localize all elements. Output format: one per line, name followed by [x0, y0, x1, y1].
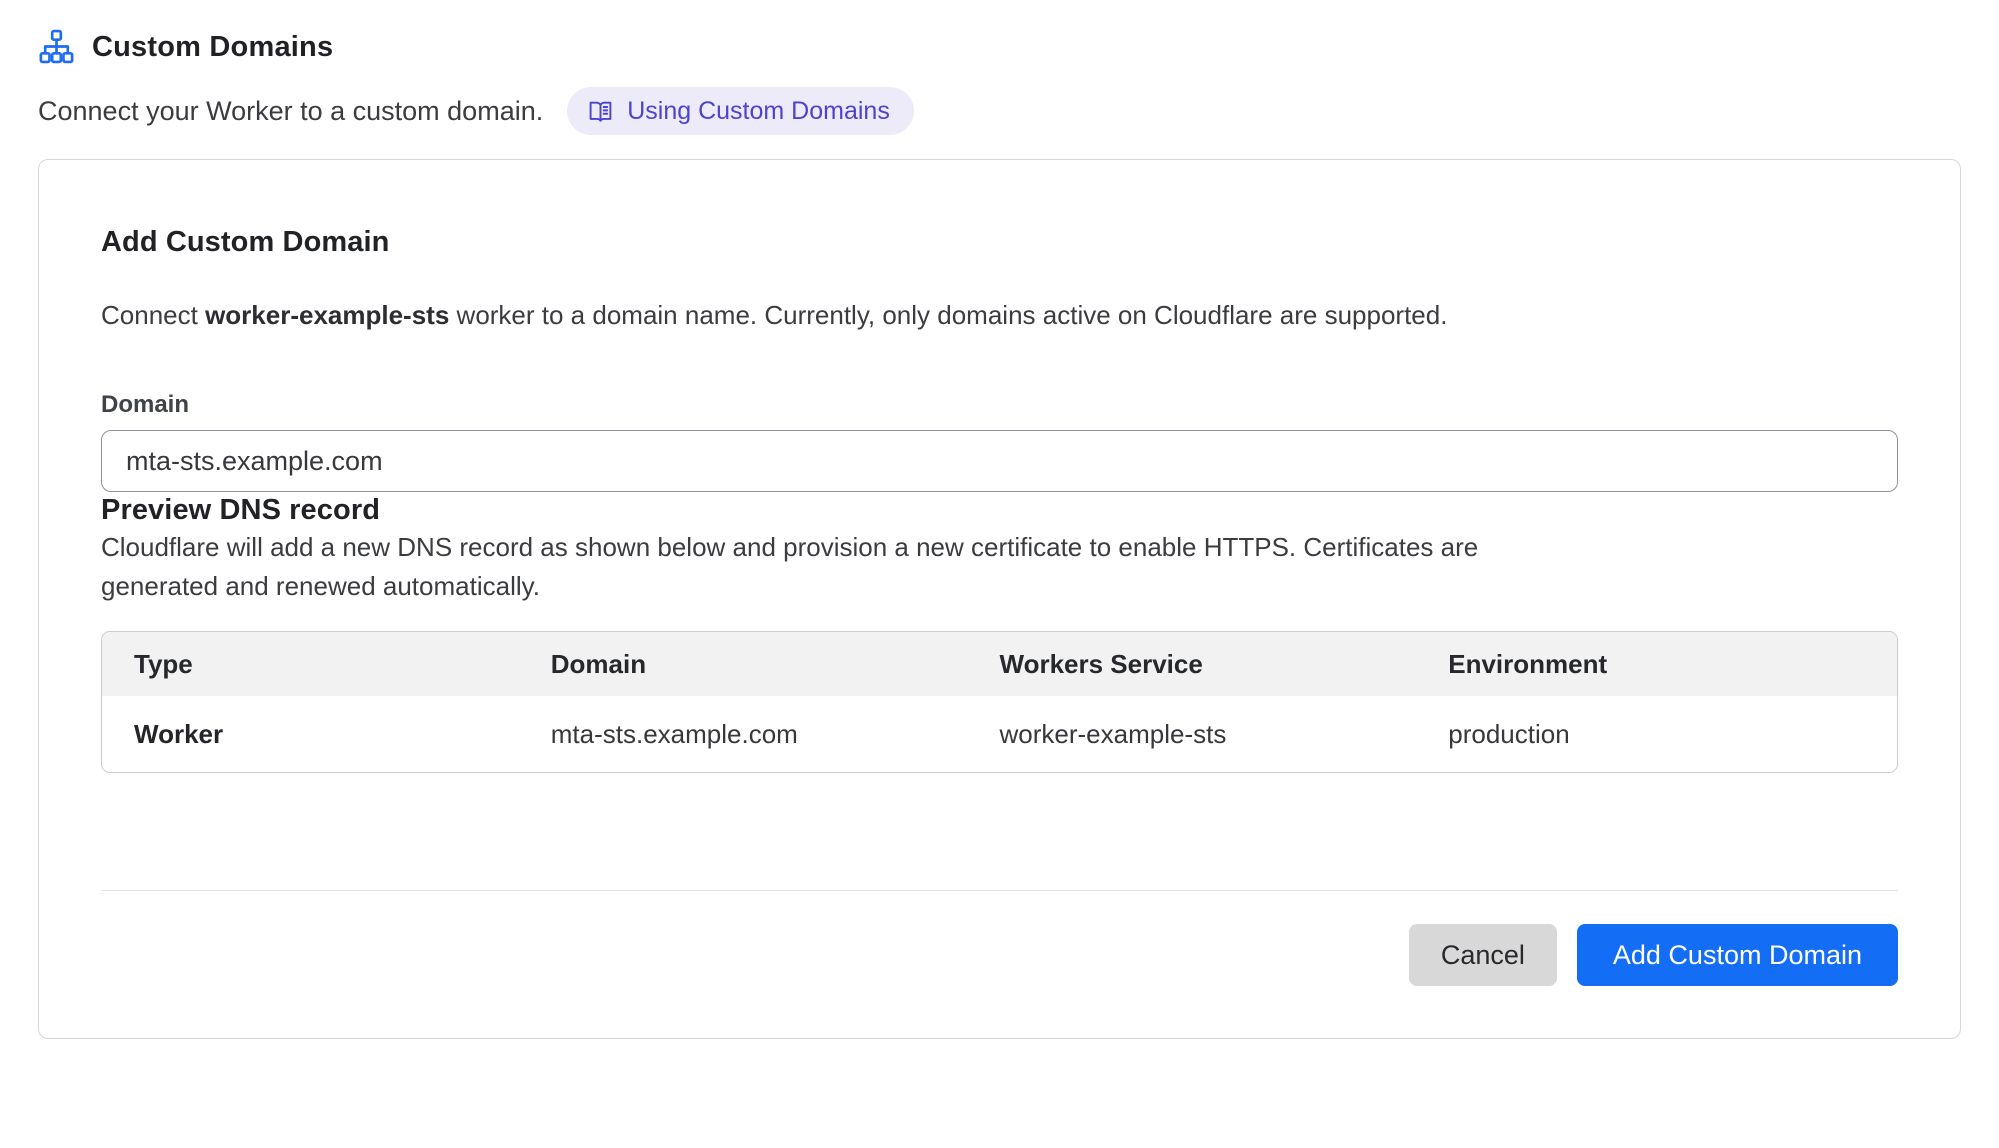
add-custom-domain-button[interactable]: Add Custom Domain — [1577, 924, 1898, 986]
table-row: Worker mta-sts.example.com worker-exampl… — [102, 696, 1897, 772]
footer-actions: Cancel Add Custom Domain — [101, 924, 1898, 986]
cell-type: Worker — [102, 696, 551, 772]
sitemap-icon — [38, 28, 75, 65]
footer-divider — [101, 890, 1898, 891]
preview-dns-description: Cloudflare will add a new DNS record as … — [101, 528, 1591, 606]
table-header-row: Type Domain Workers Service Environment — [102, 632, 1897, 696]
cell-workers-service: worker-example-sts — [1000, 696, 1449, 772]
docs-badge-link[interactable]: Using Custom Domains — [567, 87, 914, 135]
title-row: Custom Domains — [38, 28, 1961, 65]
col-header-environment: Environment — [1448, 632, 1897, 696]
docs-badge-label: Using Custom Domains — [627, 96, 890, 126]
description-suffix: worker to a domain name. Currently, only… — [449, 300, 1447, 330]
page-title: Custom Domains — [92, 29, 333, 65]
card-title: Add Custom Domain — [101, 224, 1898, 260]
col-header-type: Type — [102, 632, 551, 696]
col-header-workers-service: Workers Service — [1000, 632, 1449, 696]
card-description: Connect worker-example-sts worker to a d… — [101, 298, 1898, 332]
preview-dns-title: Preview DNS record — [101, 492, 1898, 528]
cell-environment: production — [1448, 696, 1897, 772]
custom-domains-page: { "page": { "title": "Custom Domains", "… — [0, 0, 1999, 1148]
add-custom-domain-card: Add Custom Domain Connect worker-example… — [38, 159, 1961, 1039]
domain-input[interactable] — [101, 430, 1898, 492]
subtitle-row: Connect your Worker to a custom domain. … — [38, 87, 1961, 135]
domain-label: Domain — [101, 390, 1898, 420]
cancel-button[interactable]: Cancel — [1409, 924, 1557, 986]
description-prefix: Connect — [101, 300, 205, 330]
open-book-icon — [587, 98, 614, 125]
col-header-domain: Domain — [551, 632, 1000, 696]
worker-name: worker-example-sts — [205, 300, 449, 330]
dns-preview-table: Type Domain Workers Service Environment … — [101, 631, 1898, 773]
cell-domain: mta-sts.example.com — [551, 696, 1000, 772]
page-subtitle: Connect your Worker to a custom domain. — [38, 94, 543, 128]
page-header: Custom Domains Connect your Worker to a … — [0, 0, 1999, 135]
